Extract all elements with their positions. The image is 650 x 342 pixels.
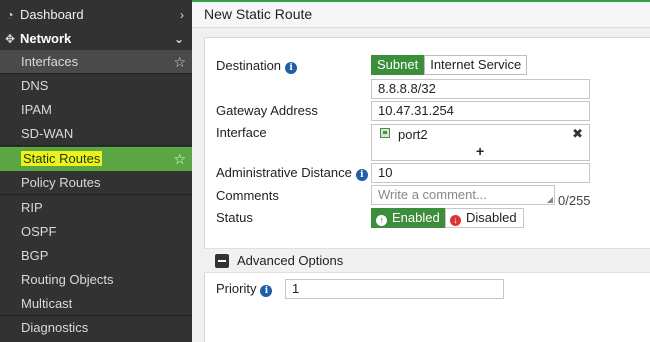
advanced-options-header[interactable]: Advanced Options xyxy=(204,248,650,273)
collapse-minus-icon[interactable] xyxy=(215,254,229,268)
info-icon[interactable]: i xyxy=(355,169,368,181)
sidebar-item-label: Diagnostics xyxy=(21,320,89,335)
dashboard-icon: ◔ xyxy=(6,8,14,22)
chevron-down-icon: ⌄ xyxy=(173,32,184,46)
sidebar-item-sd-wan[interactable]: SD-WAN xyxy=(0,122,192,146)
sidebar-item-label: Multicast xyxy=(21,296,73,311)
sidebar-item-bgp[interactable]: BGP xyxy=(0,244,192,268)
status-label: Status xyxy=(216,210,253,225)
sidebar-item-ipam[interactable]: IPAM xyxy=(0,98,192,122)
comment-char-counter: 0/255 xyxy=(558,193,591,208)
arrow-up-circle-icon: ↑ xyxy=(376,215,387,226)
remove-interface-icon[interactable]: ✖ xyxy=(572,126,583,142)
subnet-option-button[interactable]: Subnet xyxy=(371,55,425,75)
sidebar-item-dashboard[interactable]: ◔ Dashboard › xyxy=(0,3,192,27)
sidebar-item-ospf[interactable]: OSPF xyxy=(0,220,192,244)
gateway-label: Gateway Address xyxy=(216,103,318,118)
sidebar-item-label: Interfaces xyxy=(21,54,79,69)
network-move-icon: ✥ xyxy=(4,32,16,46)
sidebar-item-static-routes[interactable]: Static Routes ☆ xyxy=(0,147,192,171)
sidebar-item-label: Network xyxy=(20,31,72,46)
gateway-address-input[interactable]: 10.47.31.254 xyxy=(371,101,590,121)
sidebar-item-label: Dashboard xyxy=(20,7,84,22)
info-icon[interactable]: i xyxy=(260,285,273,297)
distance-label: Administrative Distance i xyxy=(216,165,368,181)
add-interface-icon[interactable]: + xyxy=(476,143,484,159)
star-favorite-icon[interactable]: ☆ xyxy=(173,50,186,74)
arrow-down-circle-icon: ↓ xyxy=(450,215,461,226)
page-header: New Static Route xyxy=(192,0,650,28)
sidebar-item-diagnostics[interactable]: Diagnostics xyxy=(0,316,192,340)
sidebar-item-multicast[interactable]: Multicast xyxy=(0,292,192,316)
destination-type-toggle: Subnet Internet Service xyxy=(371,55,528,75)
comments-textarea[interactable]: Write a comment... ◢ xyxy=(371,185,555,205)
sidebar-item-label: Routing Objects xyxy=(21,272,114,287)
sidebar-item-dns[interactable]: DNS xyxy=(0,74,192,98)
sidebar-item-interfaces[interactable]: Interfaces ☆ xyxy=(0,50,192,74)
star-favorite-icon[interactable]: ☆ xyxy=(173,147,186,171)
sidebar-item-label: BGP xyxy=(21,248,49,263)
comments-placeholder: Write a comment... xyxy=(378,187,487,202)
interface-value: port2 xyxy=(398,127,428,142)
info-icon[interactable]: i xyxy=(285,62,298,74)
status-enabled-button[interactable]: ↑ Enabled xyxy=(371,208,447,228)
sidebar-item-label: OSPF xyxy=(21,224,57,239)
chevron-right-icon: › xyxy=(180,8,184,22)
destination-subnet-input[interactable]: 8.8.8.8/32 xyxy=(371,79,590,99)
administrative-distance-input[interactable]: 10 xyxy=(371,163,590,183)
interface-selector[interactable]: port2 ✖ + xyxy=(371,124,590,161)
resize-grip-icon[interactable]: ◢ xyxy=(547,196,553,204)
sidebar-item-label: Policy Routes xyxy=(21,175,101,190)
port-icon xyxy=(380,128,390,138)
sidebar-item-label: SD-WAN xyxy=(21,126,74,141)
sidebar-item-label: Static Routes xyxy=(21,151,103,166)
status-disabled-button[interactable]: ↓ Disabled xyxy=(445,208,524,228)
destination-label: Destination i xyxy=(216,58,298,74)
priority-label: Priority i xyxy=(216,281,273,297)
priority-input[interactable]: 1 xyxy=(285,279,504,299)
sidebar-item-routing-objects[interactable]: Routing Objects xyxy=(0,268,192,292)
sidebar-item-label: DNS xyxy=(21,78,49,93)
sidebar-item-policy-routes[interactable]: Policy Routes xyxy=(0,171,192,195)
sidebar-item-rip[interactable]: RIP xyxy=(0,196,192,220)
sidebar-item-label: IPAM xyxy=(21,102,52,117)
advanced-options-label: Advanced Options xyxy=(237,253,344,268)
sidebar: ◔ Dashboard › ✥ Network ⌄ Interfaces ☆ D… xyxy=(0,0,192,342)
sidebar-item-network[interactable]: ✥ Network ⌄ xyxy=(0,27,192,51)
sidebar-item-label: RIP xyxy=(21,200,43,215)
internet-service-option-button[interactable]: Internet Service xyxy=(424,55,528,75)
interface-label: Interface xyxy=(216,125,267,140)
page-title: New Static Route xyxy=(204,6,313,22)
comments-label: Comments xyxy=(216,188,279,203)
